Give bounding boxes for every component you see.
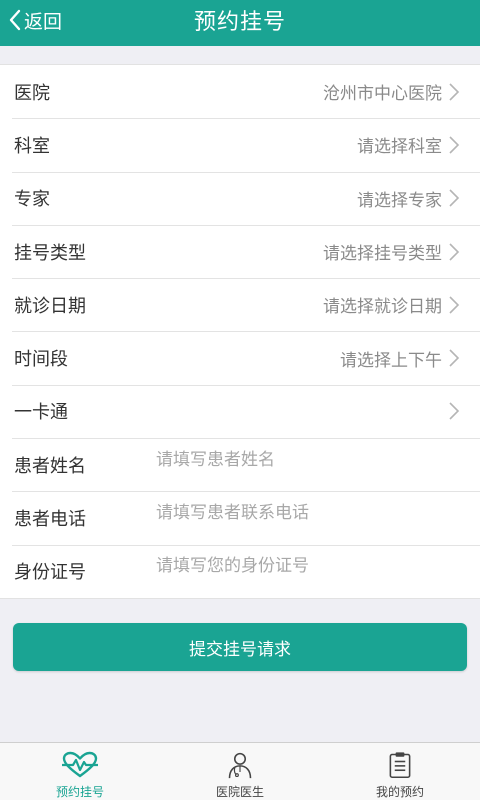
patient-name-input[interactable] [156,449,460,470]
id-number-input[interactable] [156,556,460,577]
patient-phone-input[interactable] [156,503,460,524]
department-value: 请选择科室 [357,137,442,158]
registration-type-value: 请选择挂号类型 [323,244,442,265]
tab-label: 我的预约 [375,785,424,799]
department-select-row[interactable]: 科室 请选择科室 [0,118,480,171]
page-title: 预约挂号 [193,10,286,35]
hospital-label: 医院 [14,82,50,104]
registration-type-label: 挂号类型 [14,242,86,264]
nav-header: 返回 预约挂号 [0,0,480,46]
registration-type-select-row[interactable]: 挂号类型 请选择挂号类型 [0,224,480,278]
expert-label: 专家 [14,189,50,211]
heartbeat-icon [62,751,98,778]
chevron-right-icon [449,349,460,367]
bottom-tab-bar: 预约挂号 医院医生 我的预约 [0,742,480,800]
tab-my-appointments[interactable]: 我的预约 [320,743,480,800]
clipboard-icon [389,752,411,779]
tab-hospital-doctors[interactable]: 医院医生 [160,743,320,800]
visit-date-label: 就诊日期 [14,295,86,317]
submit-registration-button[interactable]: 提交挂号请求 [13,623,467,671]
visit-date-select-row[interactable]: 就诊日期 请选择就诊日期 [0,278,480,331]
time-slot-select-row[interactable]: 时间段 请选择上下午 [0,331,480,384]
patient-phone-label: 患者电话 [14,509,86,531]
chevron-right-icon [449,296,460,314]
patient-name-row: 患者姓名 [0,438,480,491]
id-number-label: 身份证号 [14,562,86,584]
doctor-icon [228,752,252,779]
chevron-right-icon [449,83,460,101]
tab-label: 医院医生 [215,785,264,799]
time-slot-label: 时间段 [14,349,68,371]
hospital-value: 沧州市中心医院 [323,84,442,105]
chevron-right-icon [449,189,460,207]
patient-name-label: 患者姓名 [14,455,86,477]
card-label: 一卡通 [14,402,68,424]
expert-value: 请选择专家 [357,190,442,211]
expert-select-row[interactable]: 专家 请选择专家 [0,171,480,225]
id-number-row: 身份证号 [0,544,480,598]
chevron-right-icon [449,136,460,154]
tab-label: 预约挂号 [55,785,104,799]
tab-appointment[interactable]: 预约挂号 [0,743,160,800]
visit-date-value: 请选择就诊日期 [323,297,442,318]
appointment-form: 医院 沧州市中心医院 科室 请选择科室 专家 请选择专家 挂号类型 请选择挂号类… [0,64,480,599]
chevron-right-icon [449,402,460,420]
time-slot-value: 请选择上下午 [340,350,442,371]
hospital-select-row[interactable]: 医院 沧州市中心医院 [0,65,480,118]
card-select-row[interactable]: 一卡通 [0,384,480,438]
department-label: 科室 [14,135,50,157]
patient-phone-row: 患者电话 [0,491,480,544]
chevron-right-icon [449,242,460,261]
